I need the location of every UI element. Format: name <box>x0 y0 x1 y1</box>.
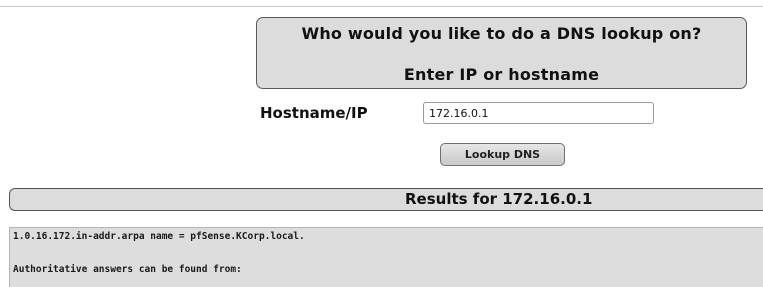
result-line-ptr-record: 1.0.16.172.in-addr.arpa name = pfSense.K… <box>13 231 305 242</box>
lookup-dns-button[interactable]: Lookup DNS <box>440 143 565 166</box>
results-title: Results for 172.16.0.1 <box>405 190 593 208</box>
prompt-title: Who would you like to do a DNS lookup on… <box>301 24 702 43</box>
prompt-subtitle: Enter IP or hostname <box>403 65 600 84</box>
dns-lookup-page: Who would you like to do a DNS lookup on… <box>0 0 763 287</box>
top-divider <box>0 6 763 7</box>
hostname-label: Hostname/IP <box>260 104 368 122</box>
lookup-prompt-box: Who would you like to do a DNS lookup on… <box>256 17 747 89</box>
hostname-input[interactable] <box>423 102 654 124</box>
result-line-authoritative: Authoritative answers can be found from: <box>13 264 242 275</box>
results-header-bar <box>9 188 763 211</box>
